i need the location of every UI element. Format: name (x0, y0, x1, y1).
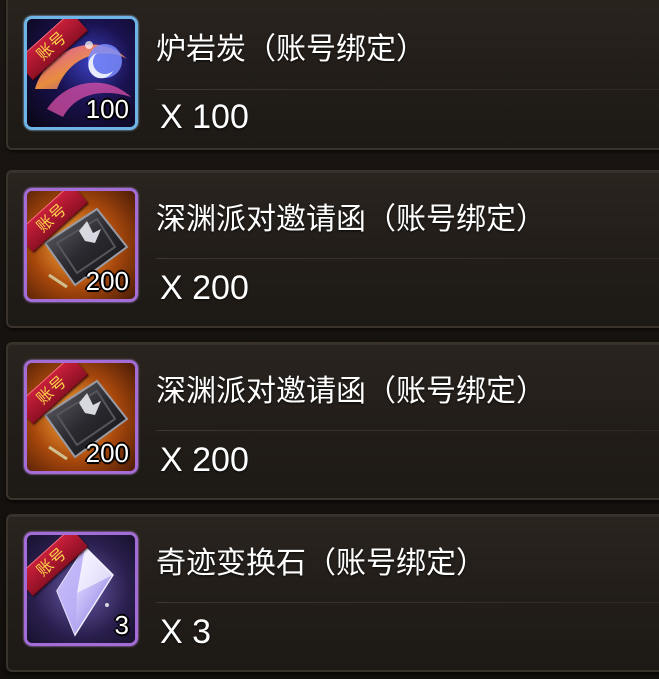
item-count-badge: 3 (114, 610, 129, 640)
row-divider (156, 89, 659, 90)
reward-row[interactable]: 账号 3 奇迹变换石（账号绑定） X 3 (6, 514, 659, 672)
item-count-badge: 100 (85, 94, 129, 124)
reward-row[interactable]: 账号 200 深渊派对邀请函（账号绑定） X 200 (6, 170, 659, 328)
row-divider (156, 430, 659, 431)
item-name: 深渊派对邀请函（账号绑定） (156, 374, 546, 409)
item-quantity: X 200 (160, 269, 249, 307)
reward-row[interactable]: 账号 100 炉岩炭（账号绑定） X 100 (6, 0, 659, 150)
reward-row[interactable]: 账号 200 深渊派对邀请函（账号绑定） X 200 (6, 342, 659, 500)
item-count-badge: 200 (85, 266, 129, 296)
item-name: 深渊派对邀请函（账号绑定） (156, 202, 546, 237)
item-count-badge: 200 (85, 438, 129, 468)
item-name: 炉岩炭（账号绑定） (156, 32, 426, 67)
item-quantity: X 200 (160, 441, 249, 479)
item-icon-frame[interactable]: 账号 200 (24, 188, 138, 302)
item-icon-frame[interactable]: 账号 3 (24, 532, 138, 646)
row-divider (156, 602, 659, 603)
item-quantity: X 100 (160, 98, 249, 136)
item-icon-frame[interactable]: 账号 100 (24, 16, 138, 130)
row-divider (156, 258, 659, 259)
reward-list: 账号 100 炉岩炭（账号绑定） X 100 账号 200 深渊派对邀请函（账号… (0, 0, 659, 679)
item-quantity: X 3 (160, 613, 212, 651)
item-icon-frame[interactable]: 账号 200 (24, 360, 138, 474)
item-name: 奇迹变换石（账号绑定） (156, 546, 486, 581)
